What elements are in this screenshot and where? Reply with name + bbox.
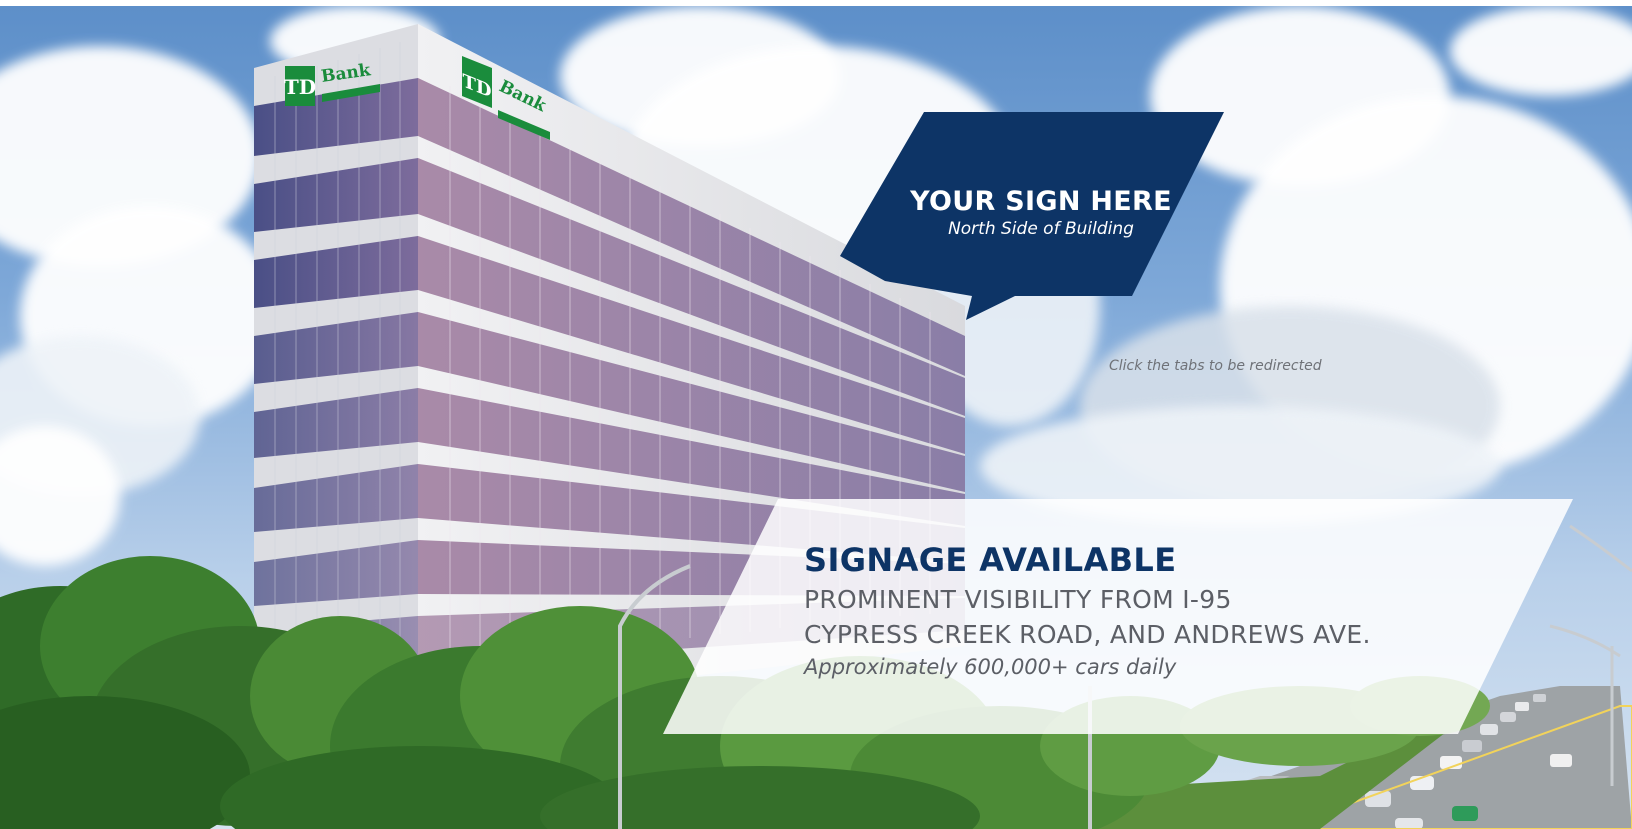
signage-visibility-line: PROMINENT VISIBILITY FROM I-95	[804, 585, 1232, 614]
your-sign-here-tab[interactable]: YOUR SIGN HERE North Side of Building	[840, 106, 1230, 326]
sign-callout-title: YOUR SIGN HERE	[910, 186, 1172, 217]
signage-panel[interactable]: SIGNAGE AVAILABLE PROMINENT VISIBILITY F…	[663, 499, 1573, 734]
sign-callout-text: YOUR SIGN HERE North Side of Building	[840, 186, 1220, 239]
sign-callout-subtitle: North Side of Building	[948, 219, 1134, 239]
signage-roads-line: CYPRESS CREEK ROAD, AND ANDREWS AVE.	[804, 620, 1371, 649]
signage-title: SIGNAGE AVAILABLE	[804, 541, 1177, 579]
redirect-hint: Click the tabs to be redirected	[1109, 358, 1322, 374]
hero-scene: TD Bank TD Bank SIGNAGE AVAILABLE PROMIN…	[0, 6, 1632, 829]
signage-traffic-note: Approximately 600,000+ cars daily	[804, 655, 1177, 679]
signage-text-block: SIGNAGE AVAILABLE PROMINENT VISIBILITY F…	[804, 541, 1371, 679]
